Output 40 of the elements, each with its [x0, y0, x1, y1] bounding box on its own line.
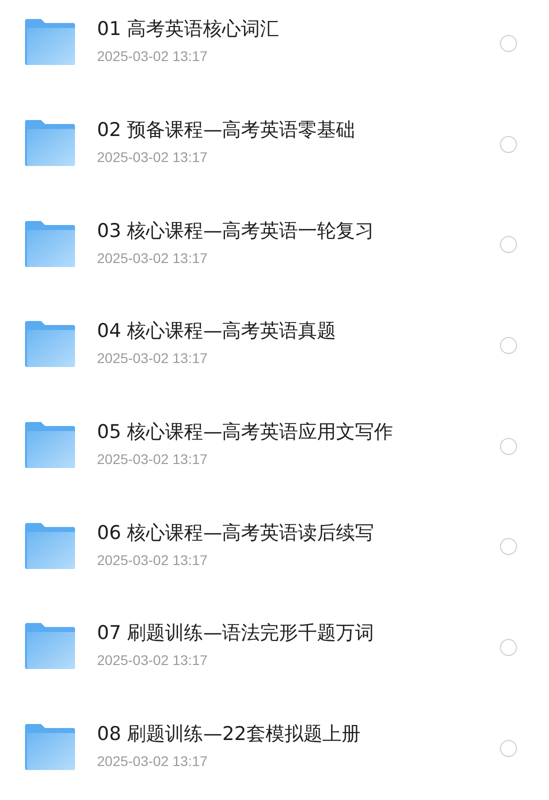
folder-icon: [25, 724, 75, 770]
select-radio[interactable]: [500, 34, 517, 52]
folder-icon: [25, 422, 75, 468]
modified-date: 2025-03-02 13:17: [97, 350, 209, 366]
folder-icon: [25, 220, 75, 267]
modified-date: 2025-03-02 13:17: [97, 451, 209, 468]
modified-date: 2025-03-02 13:17: [97, 552, 209, 568]
folder-name: 01 高考英语核心词汇: [97, 17, 280, 42]
folder-icon: [25, 19, 75, 66]
folder-row[interactable]: 05 核心课程—高考英语应用文写作 2025-03-02 13:17: [0, 392, 549, 494]
folder-icon: [25, 321, 75, 368]
select-radio[interactable]: [500, 236, 517, 254]
folder-icon: [25, 522, 75, 569]
modified-date: 2025-03-02 13:17: [97, 149, 209, 166]
folder-name: 08 刷题训练—22套模拟题上册: [97, 722, 362, 748]
folder-icon: [25, 120, 75, 166]
folder-row[interactable]: 01 高考英语核心词汇 2025-03-02 13:17: [0, 0, 549, 91]
folder-name: 07 刷题训练—语法完形千题万词: [97, 621, 376, 646]
select-radio[interactable]: [500, 336, 517, 354]
folder-row[interactable]: 06 核心课程—高考英语读后续写 2025-03-02 13:17: [0, 493, 549, 594]
modified-date: 2025-03-02 13:17: [97, 753, 209, 770]
modified-date: 2025-03-02 13:17: [97, 250, 209, 266]
folder-row[interactable]: 03 核心课程—高考英语一轮复习 2025-03-02 13:17: [0, 191, 549, 292]
select-radio[interactable]: [500, 438, 517, 455]
folder-row[interactable]: 08 刷题训练—22套模拟题上册 2025-03-02 13:17: [0, 694, 549, 796]
modified-date: 2025-03-02 13:17: [97, 48, 209, 64]
select-radio[interactable]: [500, 638, 517, 656]
folder-row[interactable]: 02 预备课程—高考英语零基础 2025-03-02 13:17: [0, 90, 549, 192]
select-radio[interactable]: [500, 538, 517, 556]
folder-name: 04 核心课程—高考英语真题: [97, 319, 338, 344]
select-radio[interactable]: [500, 136, 517, 153]
folder-name: 05 核心课程—高考英语应用文写作: [97, 420, 394, 446]
folder-name: 02 预备课程—高考英语零基础: [97, 118, 356, 144]
folder-name: 06 核心课程—高考英语读后续写: [97, 520, 376, 546]
folder-row[interactable]: 04 核心课程—高考英语真题 2025-03-02 13:17: [0, 292, 549, 393]
folder-row[interactable]: 07 刷题训练—语法完形千题万词 2025-03-02 13:17: [0, 594, 549, 695]
folder-icon: [25, 623, 75, 670]
select-radio[interactable]: [500, 740, 517, 757]
folder-name: 03 核心课程—高考英语一轮复习: [97, 218, 376, 244]
modified-date: 2025-03-02 13:17: [97, 652, 209, 668]
